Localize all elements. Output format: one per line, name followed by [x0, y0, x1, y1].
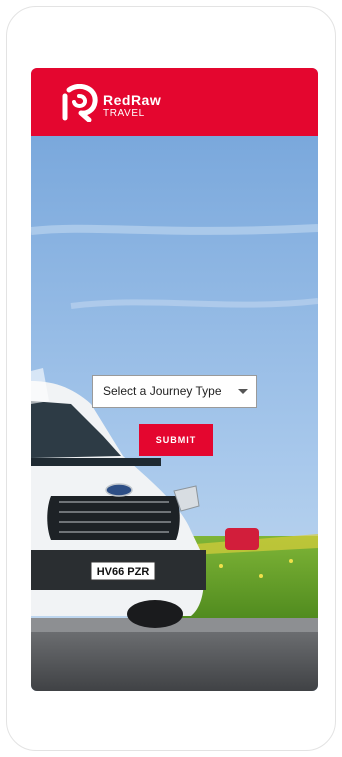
- brand-subtitle: TRAVEL: [103, 108, 145, 119]
- app-screen: RedRaw TRAVEL HV66 PZR Select a Journey …: [31, 68, 318, 691]
- hero-image: HV66 PZR: [31, 136, 318, 691]
- submit-button[interactable]: SUBMIT: [139, 424, 213, 456]
- top-header: RedRaw TRAVEL: [31, 68, 318, 136]
- redraw-logo-icon: [62, 84, 98, 122]
- chevron-down-icon: [238, 389, 248, 394]
- brand-name: RedRaw: [103, 92, 162, 108]
- journey-type-select[interactable]: Select a Journey Type: [92, 375, 257, 408]
- license-plate-text: HV66 PZR: [97, 566, 150, 578]
- journey-type-select-value: Select a Journey Type: [103, 384, 222, 398]
